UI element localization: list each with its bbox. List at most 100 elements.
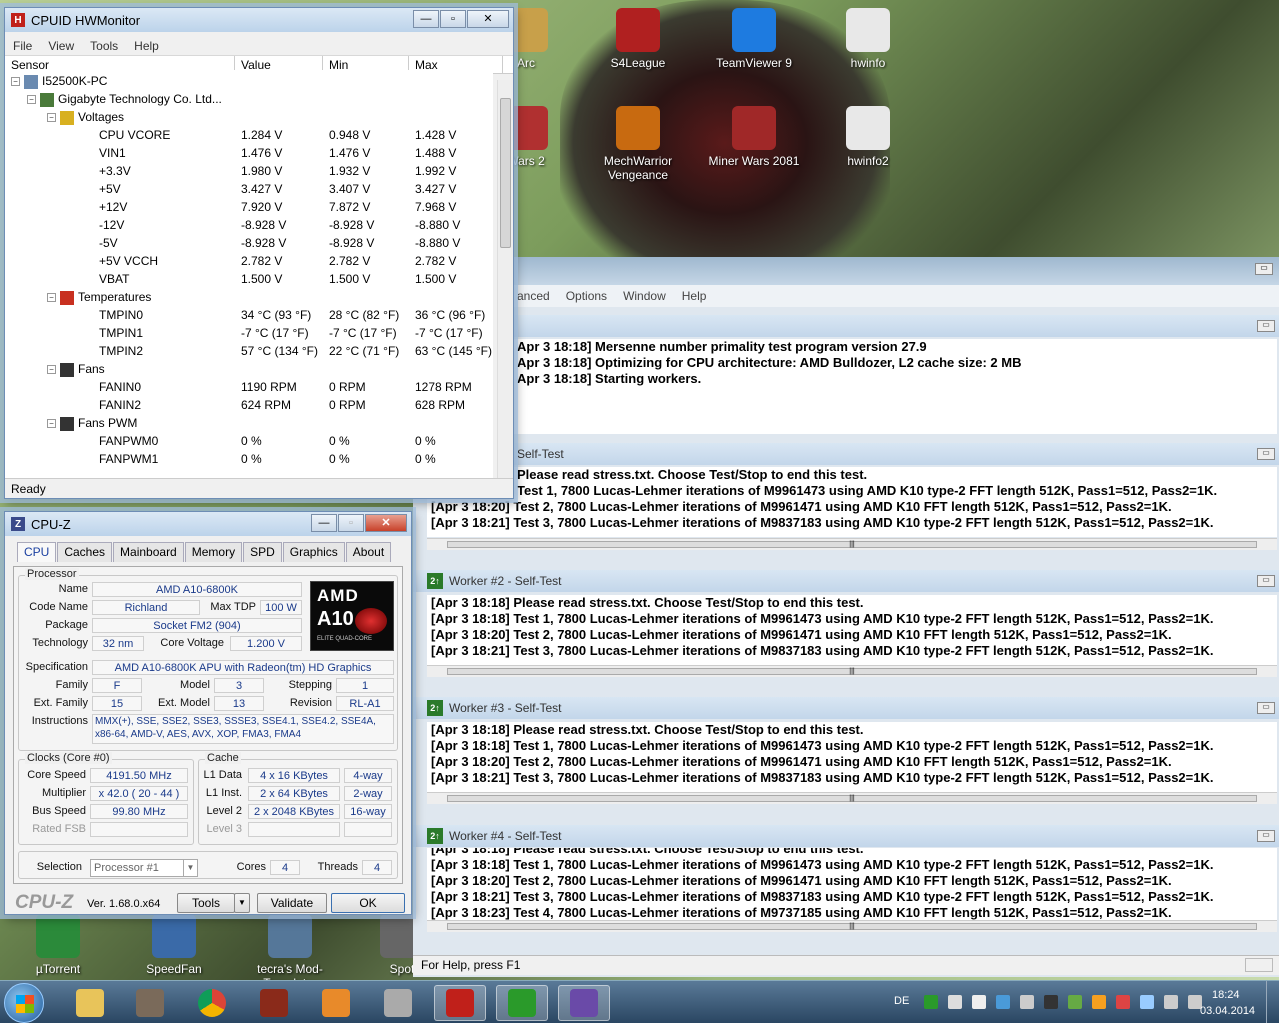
security-icon[interactable] <box>1068 995 1082 1009</box>
worker4-hscroll[interactable]: ||| <box>427 920 1277 932</box>
desktop-icon[interactable]: tecra's Mod-Translator <box>240 914 340 990</box>
steam-icon[interactable] <box>948 995 962 1009</box>
desktop-icon[interactable]: TeamViewer 9 <box>704 8 804 70</box>
minimize-button[interactable]: ▭ <box>1257 702 1275 714</box>
sensor-row[interactable]: FANIN2 624 RPM 0 RPM 628 RPM <box>99 396 485 414</box>
collapse-toggle[interactable]: − <box>47 365 56 375</box>
sensor-row[interactable]: -12V -8.928 V -8.928 V -8.880 V <box>99 216 485 234</box>
tab-about[interactable]: About <box>345 542 392 562</box>
menu-help[interactable]: Help <box>674 289 715 303</box>
sensor-row[interactable]: FANPWM0 0 % 0 % 0 % <box>99 432 485 450</box>
ok-button[interactable]: OK <box>331 893 405 913</box>
maximize-button[interactable]: ▫ <box>338 514 364 532</box>
prime95-titlebar[interactable]: ▭ <box>413 257 1279 285</box>
menu-view[interactable]: View <box>40 39 82 53</box>
minimize-button[interactable]: ▭ <box>1257 320 1275 332</box>
minimize-button[interactable]: ▭ <box>1255 263 1273 275</box>
taskbar-app-2[interactable] <box>124 985 176 1021</box>
prime95-tray-icon[interactable] <box>924 995 938 1009</box>
taskbar-explorer[interactable] <box>64 985 116 1021</box>
tree-node-group[interactable]: − Temperatures <box>47 288 485 306</box>
sensor-row[interactable]: TMPIN1 -7 °C (17 °F) -7 °C (17 °F) -7 °C (1… <box>99 324 485 342</box>
clock-date[interactable]: 03.04.2014 <box>1200 1005 1255 1017</box>
sensor-row[interactable]: TMPIN0 34 °C (93 °F) 28 °C (82 °F) 36 °C (9… <box>99 306 485 324</box>
minimize-button[interactable]: ▭ <box>1257 575 1275 587</box>
tree-node-group[interactable]: − Voltages <box>47 108 485 126</box>
worker3-hscroll[interactable]: ||| <box>427 792 1277 804</box>
desktop-icon[interactable]: µTorrent <box>8 914 108 976</box>
menu-help[interactable]: Help <box>126 39 167 53</box>
collapse-toggle[interactable]: − <box>47 113 56 123</box>
menu-window[interactable]: Window <box>615 289 674 303</box>
worker1-title[interactable]: Self-Test ▭ <box>413 443 1279 465</box>
clock-time[interactable]: 18:24 <box>1212 989 1240 1001</box>
taskbar-app-4[interactable] <box>248 985 300 1021</box>
minimize-button[interactable]: — <box>311 514 337 532</box>
desktop-icon[interactable]: MechWarrior Vengeance <box>588 106 688 182</box>
collapse-toggle[interactable]: − <box>27 95 36 105</box>
taskbar-prime95[interactable] <box>496 985 548 1021</box>
cpuz-titlebar[interactable]: Z CPU-Z — ▫ ✕ <box>5 512 411 536</box>
taskbar-app-5[interactable] <box>310 985 362 1021</box>
taskbar-skyrim[interactable] <box>372 985 424 1021</box>
display-icon[interactable] <box>1140 995 1154 1009</box>
close-button[interactable]: ✕ <box>365 514 407 532</box>
minimize-button[interactable]: ▭ <box>1257 830 1275 842</box>
sensor-row[interactable]: +5V VCCH 2.782 V 2.782 V 2.782 V <box>99 252 485 270</box>
maximize-button[interactable]: ▫ <box>440 10 466 28</box>
network-icon[interactable] <box>996 995 1010 1009</box>
desktop-icon[interactable]: hwinfo2 <box>818 106 918 168</box>
minimize-button[interactable]: — <box>413 10 439 28</box>
collapse-toggle[interactable]: − <box>47 293 56 303</box>
tab-memory[interactable]: Memory <box>184 542 243 562</box>
worker2-hscroll[interactable]: ||| <box>427 665 1277 677</box>
show-desktop-button[interactable] <box>1266 981 1279 1023</box>
sensor-row[interactable]: +3.3V 1.980 V 1.932 V 1.992 V <box>99 162 485 180</box>
tab-cpu[interactable]: CPU <box>17 542 57 562</box>
tab-mainboard[interactable]: Mainboard <box>113 542 184 562</box>
tree-node-board[interactable]: − Gigabyte Technology Co. Ltd... <box>27 90 485 108</box>
sensor-row[interactable]: FANIN0 1190 RPM 0 RPM 1278 RPM <box>99 378 485 396</box>
desktop-icon[interactable]: SpeedFan <box>124 914 224 976</box>
chrome-tray-icon[interactable] <box>1116 995 1130 1009</box>
taskbar-cpuz[interactable] <box>558 985 610 1021</box>
language-indicator[interactable]: DE <box>894 995 909 1007</box>
minimize-button[interactable]: ▭ <box>1257 448 1275 460</box>
tab-spd[interactable]: SPD <box>243 542 282 562</box>
desktop-icon[interactable]: S4League <box>588 8 688 70</box>
nvidia-icon[interactable] <box>1044 995 1058 1009</box>
start-button[interactable] <box>4 983 44 1023</box>
worker3-title[interactable]: 2↑ Worker #3 - Self-Test ▭ <box>413 697 1279 719</box>
processor-select[interactable]: Processor #1 ▼ <box>90 859 198 877</box>
sensor-row[interactable]: TMPIN2 57 °C (134 °F) 22 °C (71 °F) 63 °C (… <box>99 342 492 360</box>
flag-icon[interactable] <box>972 995 986 1009</box>
sensor-row[interactable]: VIN1 1.476 V 1.476 V 1.488 V <box>99 144 485 162</box>
worker2-title[interactable]: 2↑ Worker #2 - Self-Test ▭ <box>413 570 1279 592</box>
speaker-icon[interactable] <box>1020 995 1034 1009</box>
sensor-row[interactable]: CPU VCORE 1.284 V 0.948 V 1.428 V <box>99 126 485 144</box>
menu-options[interactable]: Options <box>558 289 615 303</box>
taskbar-hwmonitor[interactable] <box>434 985 486 1021</box>
tab-caches[interactable]: Caches <box>57 542 113 562</box>
hwmonitor-titlebar[interactable]: H CPUID HWMonitor — ▫ ✕ <box>5 8 513 32</box>
tools-button[interactable]: Tools <box>177 893 235 913</box>
main-pane-title[interactable]: ▭ <box>413 315 1279 337</box>
sensor-row[interactable]: VBAT 1.500 V 1.500 V 1.500 V <box>99 270 485 288</box>
tree-node-group[interactable]: − Fans <box>47 360 485 378</box>
tools-dropdown-button[interactable]: ▼ <box>234 893 250 913</box>
desktop-icon[interactable]: hwinfo <box>818 8 918 70</box>
desktop-icon[interactable]: Miner Wars 2081 <box>704 106 804 168</box>
tree-node-group[interactable]: − Fans PWM <box>47 414 485 432</box>
sensor-row[interactable]: +5V 3.427 V 3.407 V 3.427 V <box>99 180 485 198</box>
sensor-row[interactable]: -5V -8.928 V -8.928 V -8.880 V <box>99 234 485 252</box>
tree-node-computer[interactable]: − I52500K-PC <box>11 72 485 90</box>
app-tray-icon[interactable] <box>1092 995 1106 1009</box>
collapse-toggle[interactable]: − <box>11 77 20 87</box>
sensor-row[interactable]: FANPWM1 0 % 0 % 0 % <box>99 450 485 468</box>
worker1-hscroll[interactable]: ||| <box>427 538 1277 550</box>
worker4-title[interactable]: 2↑ Worker #4 - Self-Test ▭ <box>413 825 1279 847</box>
collapse-toggle[interactable]: − <box>47 419 56 429</box>
vertical-scrollbar[interactable] <box>497 80 513 478</box>
close-button[interactable]: ✕ <box>467 10 509 28</box>
sensor-row[interactable]: +12V 7.920 V 7.872 V 7.968 V <box>99 198 485 216</box>
